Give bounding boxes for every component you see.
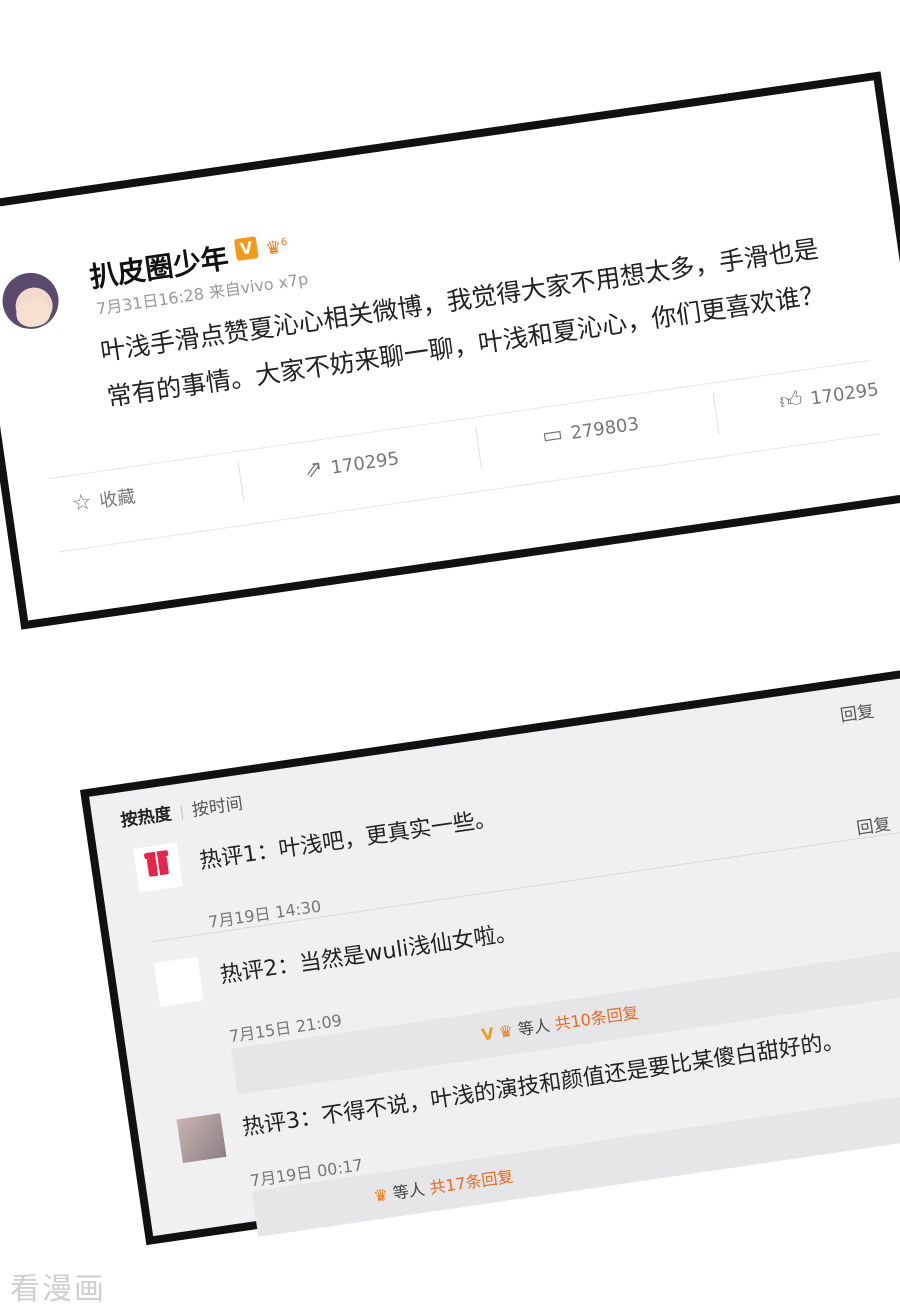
comment-item: 热评1：叶浅吧，更真实一些。 7月19日 14:30 回复 bbox=[95, 710, 900, 932]
post-panel: 扒皮圈少年 V ♛6 7月31日16:28 来自vivo x7p 叶浅手滑点赞夏… bbox=[0, 71, 900, 644]
verified-v-icon: V bbox=[233, 236, 259, 262]
sort-hot-tab[interactable]: 按热度 bbox=[120, 804, 173, 831]
avatar[interactable] bbox=[0, 269, 63, 333]
sort-bar: 按热度 按时间 bbox=[119, 789, 245, 832]
verified-v-icon: V bbox=[480, 1023, 496, 1045]
comment-time: 7月19日 14:30 bbox=[207, 896, 323, 932]
avatar[interactable] bbox=[176, 1113, 227, 1164]
crown-icon: ♛ bbox=[497, 1021, 515, 1042]
thumb-up-icon: 👍︎ bbox=[777, 386, 805, 415]
sub-replies-prefix: 等人 bbox=[391, 1179, 427, 1203]
comment-icon: ▭ bbox=[540, 421, 565, 450]
repost-button[interactable]: ⇗ 170295 bbox=[302, 438, 402, 491]
crown-level-icon: ♛6 bbox=[264, 236, 289, 260]
crown-icon: ♛ bbox=[372, 1184, 390, 1206]
separator bbox=[237, 460, 245, 503]
reply-button[interactable]: 回复 bbox=[838, 697, 876, 727]
sub-replies-count[interactable]: 共17条回复 bbox=[428, 1167, 514, 1198]
favorite-button[interactable]: ☆ 收藏 bbox=[69, 476, 138, 525]
watermark: 看漫画 bbox=[10, 1272, 106, 1307]
repost-icon: ⇗ bbox=[302, 456, 325, 484]
sub-replies-prefix: 等人 bbox=[516, 1015, 552, 1040]
separator bbox=[712, 392, 720, 435]
avatar[interactable] bbox=[153, 956, 204, 1007]
gift-icon bbox=[146, 856, 170, 877]
comment-button[interactable]: ▭ 279803 bbox=[539, 404, 641, 457]
separator bbox=[475, 426, 483, 469]
sub-replies-count[interactable]: 共10条回复 bbox=[553, 1003, 639, 1034]
avatar[interactable] bbox=[133, 842, 183, 893]
post-card: 扒皮圈少年 V ♛6 7月31日16:28 来自vivo x7p 叶浅手滑点赞夏… bbox=[0, 71, 900, 630]
comments-panel: 按热度 按时间 回复 热评1：叶浅吧，更真实一些。 7月19日 14:30 回复 … bbox=[80, 660, 900, 1246]
like-button[interactable]: 👍︎ 170295 bbox=[777, 369, 881, 423]
star-icon: ☆ bbox=[70, 489, 94, 517]
separator bbox=[180, 805, 184, 820]
sort-time-tab[interactable]: 按时间 bbox=[191, 794, 244, 821]
